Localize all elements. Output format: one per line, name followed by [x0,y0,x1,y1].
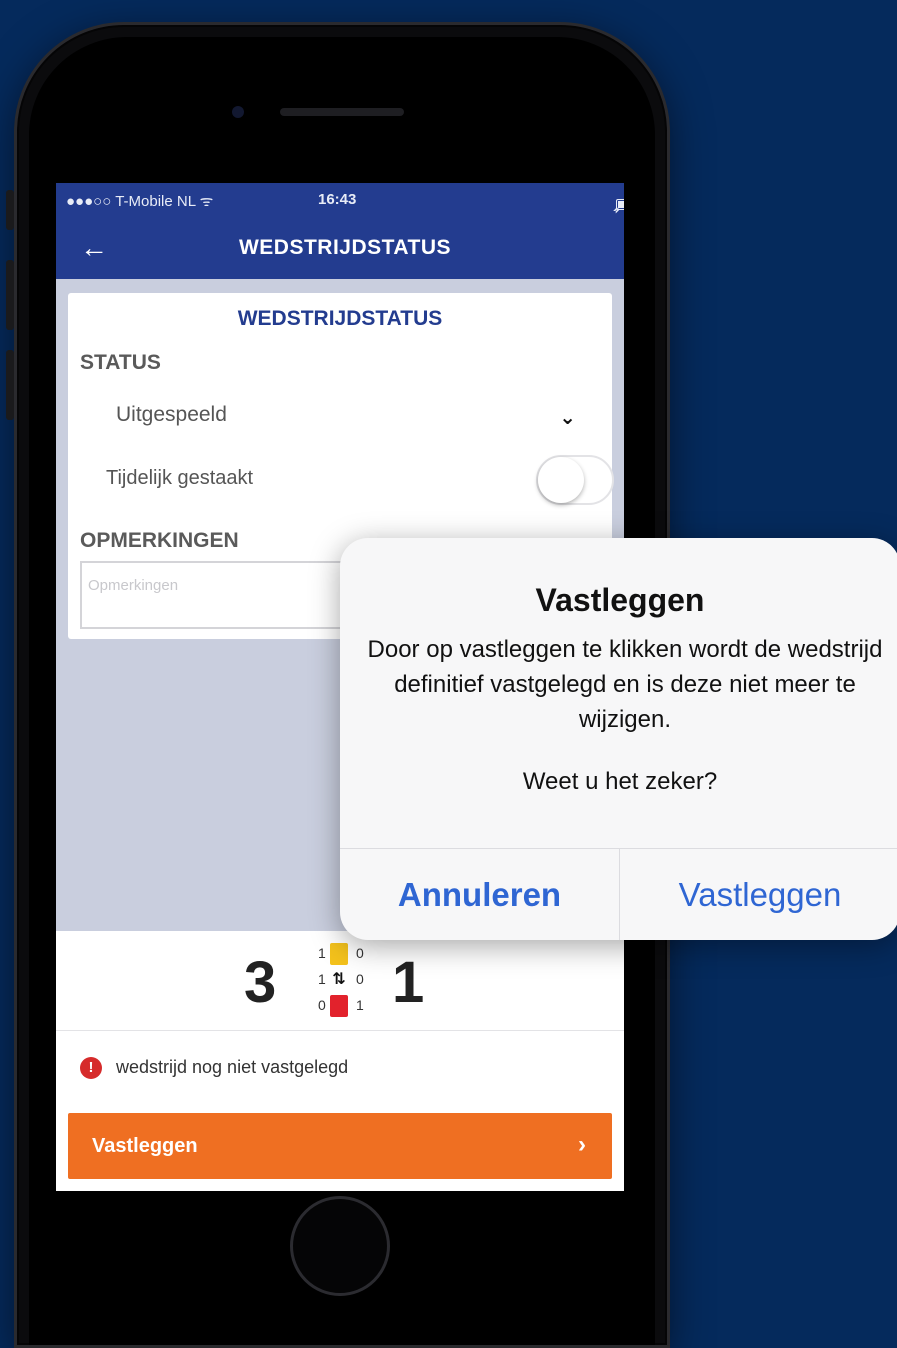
dialog-message: Door op vastleggen te klikken wordt de w… [367,636,883,733]
yellow-card-icon [330,943,348,965]
carrier-label: ●●●○○ T-Mobile NL ᯤ [66,193,214,210]
dialog-actions: Annuleren Vastleggen [340,848,897,940]
battery-icon [616,199,624,210]
commit-button-label: Vastleggen [92,1135,198,1157]
away-score: 1 [392,950,425,1015]
nav-bar: ← WEDSTRIJDSTATUS [56,217,624,279]
dialog-title: Vastleggen [535,582,705,618]
substitution-icon: ⇅ [332,971,346,988]
cancel-button[interactable]: Annuleren [340,849,620,940]
home-button[interactable] [290,1196,390,1296]
home-score: 3 [244,950,277,1015]
mute-switch [6,190,14,230]
commit-button[interactable]: Vastleggen › [68,1113,612,1179]
chevron-down-icon: ⌄ [559,407,576,429]
away-sub-count: 0 [356,971,364,987]
earpiece-speaker [280,108,404,116]
status-select[interactable]: Uitgespeeld ⌄ [116,403,576,437]
scoreboard: 3 1 0 1 ⇅ 0 0 1 1 [56,931,624,1031]
yellow-card-stat: 1 0 [312,943,368,965]
clock: 16:43 [318,191,357,208]
toggle-knob [538,457,584,503]
remarks-label: OPMERKINGEN [80,529,239,552]
card-title: WEDSTRIJDSTATUS [237,307,443,330]
suspended-toggle[interactable] [536,455,614,505]
page-title: WEDSTRIJDSTATUS [238,236,452,259]
warning-banner: ! wedstrijd nog niet vastgelegd [56,1031,624,1103]
substitution-stat: 1 ⇅ 0 [312,969,368,991]
status-bar: ●●●○○ T-Mobile NL ᯤ 16:43 ➶ ∗ 71% [56,183,624,234]
front-camera [232,106,244,118]
confirm-button[interactable]: Vastleggen [620,849,897,940]
volume-down-button [6,350,14,420]
match-stats: 1 0 1 ⇅ 0 0 1 [312,943,368,1023]
away-yellow-count: 0 [356,945,364,961]
alert-circle-icon: ! [80,1057,102,1079]
remarks-placeholder: Opmerkingen [88,577,179,594]
home-sub-count: 1 [318,971,326,987]
status-label: STATUS [80,351,161,374]
confirm-dialog: Vastleggen Door op vastleggen te klikken… [340,538,897,940]
warning-text: wedstrijd nog niet vastgelegd [116,1057,349,1077]
suspended-toggle-label: Tijdelijk gestaakt [106,467,254,489]
status-select-value: Uitgespeeld [116,403,227,426]
chevron-right-icon: › [578,1131,586,1158]
red-card-icon [330,995,348,1017]
home-red-count: 0 [318,997,326,1013]
cta-container: Vastleggen › [56,1103,624,1191]
volume-up-button [6,260,14,330]
away-red-count: 1 [356,997,364,1013]
dialog-question: Weet u het zeker? [522,768,718,795]
home-yellow-count: 1 [318,945,326,961]
red-card-stat: 0 1 [312,995,368,1017]
